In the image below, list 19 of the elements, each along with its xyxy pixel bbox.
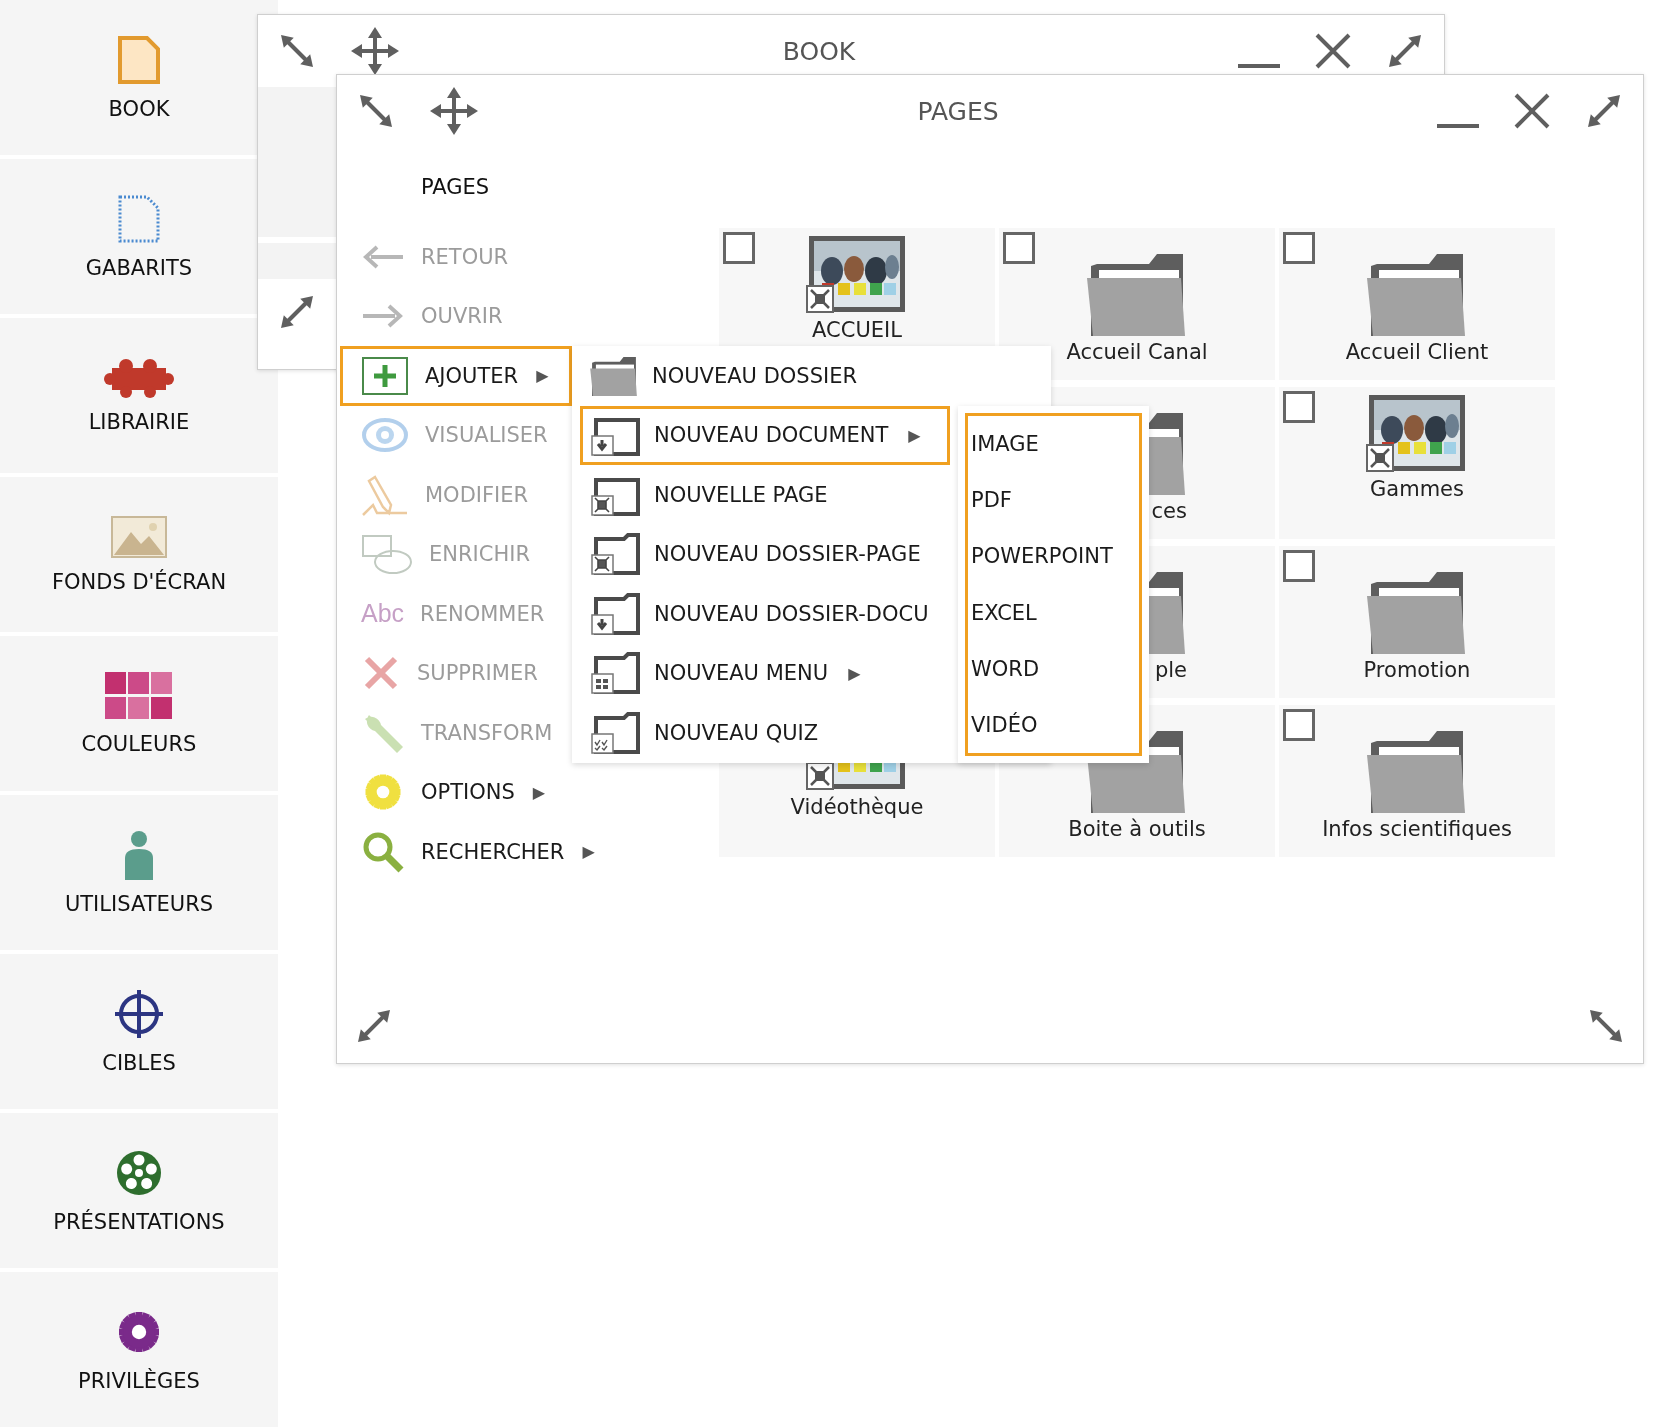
submenu-arrow: ▶ [848, 663, 861, 683]
window-title: PAGES [916, 96, 1000, 126]
window-title: BOOK [781, 36, 857, 66]
tile-label: Vidéothèque [790, 795, 924, 819]
rename-icon: Abc [361, 599, 405, 629]
section-heading: PAGES [421, 175, 490, 199]
tile-label: Boite à outils [1068, 817, 1206, 841]
tile-label: ces [1151, 499, 1187, 523]
tile-label: Gammes [1370, 477, 1464, 501]
tile-label: Accueil Client [1345, 340, 1489, 364]
tile-label: ple [1154, 658, 1187, 682]
submenu-arrow: ▶ [908, 425, 921, 445]
tile-label: Promotion [1363, 658, 1471, 682]
submenu-arrow: ▶ [582, 842, 595, 862]
tile-label: ACCUEIL [812, 318, 902, 342]
submenu-arrow: ▶ [536, 366, 549, 386]
tile-label: Infos scientifiques [1322, 817, 1512, 841]
tile-label: Accueil Canal [1066, 340, 1208, 364]
submenu-arrow: ▶ [532, 782, 546, 802]
